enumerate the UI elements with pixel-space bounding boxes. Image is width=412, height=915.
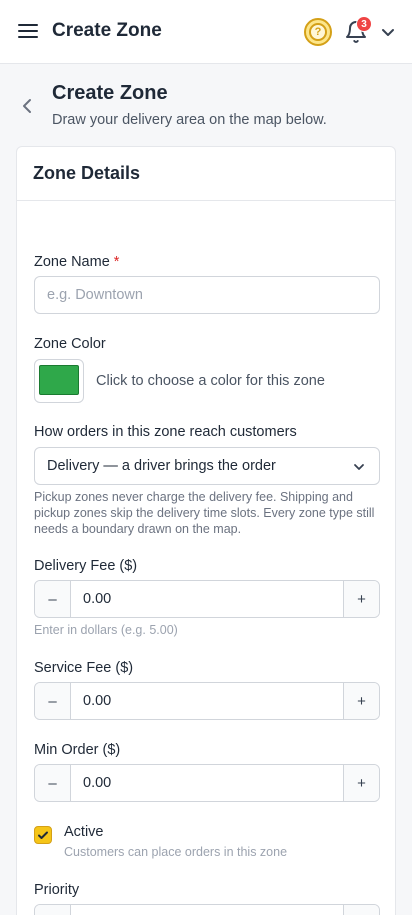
zone-details-card: Zone Details Zone Name* Zone Color Click… bbox=[16, 146, 396, 915]
order-type-selected: Delivery — a driver brings the order bbox=[47, 458, 276, 474]
chevron-down-icon[interactable] bbox=[380, 24, 396, 40]
required-mark: * bbox=[113, 254, 120, 270]
chevron-down-icon bbox=[354, 464, 364, 470]
zone-color-hint: Click to choose a color for this zone bbox=[96, 373, 325, 389]
service-fee-stepper: – 0.00 + bbox=[34, 682, 380, 720]
min-order-stepper: – 0.00 + bbox=[34, 764, 380, 802]
page-title: Create Zone bbox=[52, 82, 168, 104]
priority-label: Priority bbox=[34, 882, 80, 898]
zone-color-swatch bbox=[39, 365, 79, 395]
delivery-fee-increment-button[interactable]: + bbox=[343, 581, 379, 617]
notification-badge: 3 bbox=[356, 16, 372, 32]
min-order-increment-button[interactable]: + bbox=[343, 765, 379, 801]
min-order-decrement-button[interactable]: – bbox=[35, 765, 71, 801]
zone-name-input[interactable] bbox=[34, 276, 380, 314]
zone-color-picker[interactable] bbox=[34, 359, 84, 403]
back-arrow-icon[interactable] bbox=[18, 96, 38, 116]
checkmark-icon bbox=[38, 831, 48, 839]
service-fee-input[interactable]: 0.00 bbox=[83, 693, 111, 709]
card-title: Zone Details bbox=[33, 163, 141, 183]
help-icon[interactable]: ? bbox=[304, 18, 332, 46]
active-label: Active bbox=[64, 824, 104, 840]
priority-stepper: – + bbox=[34, 904, 380, 915]
card-header: Zone Details bbox=[17, 147, 395, 201]
service-fee-decrement-button[interactable]: – bbox=[35, 683, 71, 719]
delivery-fee-label: Delivery Fee ($) bbox=[34, 558, 138, 574]
order-type-select[interactable]: Delivery — a driver brings the order bbox=[34, 447, 380, 485]
active-checkbox[interactable] bbox=[34, 826, 52, 844]
order-type-label: How orders in this zone reach customers bbox=[34, 424, 297, 440]
zone-color-label: Zone Color bbox=[34, 336, 106, 352]
order-type-help: Pickup zones never charge the delivery f… bbox=[34, 490, 375, 536]
service-fee-increment-button[interactable]: + bbox=[343, 683, 379, 719]
top-bar: Create Zone ? 3 bbox=[0, 0, 412, 64]
zone-name-label: Zone Name * bbox=[34, 254, 120, 270]
delivery-fee-hint: Enter in dollars (e.g. 5.00) bbox=[34, 623, 178, 637]
priority-increment-button[interactable]: + bbox=[343, 905, 379, 915]
delivery-fee-stepper: – 0.00 + bbox=[34, 580, 380, 618]
page-subtitle: Draw your delivery area on the map below… bbox=[52, 112, 327, 128]
app-title: Create Zone bbox=[52, 20, 162, 41]
min-order-input[interactable]: 0.00 bbox=[83, 775, 111, 791]
active-description: Customers can place orders in this zone bbox=[64, 845, 288, 859]
delivery-fee-decrement-button[interactable]: – bbox=[35, 581, 71, 617]
min-order-label: Min Order ($) bbox=[34, 742, 121, 758]
delivery-fee-input[interactable]: 0.00 bbox=[83, 591, 111, 607]
service-fee-label: Service Fee ($) bbox=[34, 660, 134, 676]
priority-decrement-button[interactable]: – bbox=[35, 905, 71, 915]
menu-icon[interactable] bbox=[18, 22, 38, 40]
